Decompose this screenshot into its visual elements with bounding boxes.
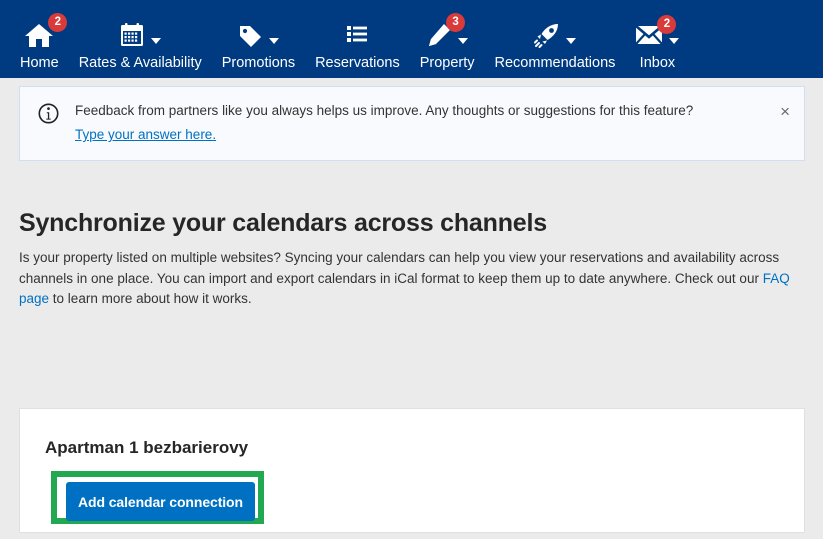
nav-icon-row-reservations [345, 17, 369, 53]
nav-label-recommendations: Recommendations [494, 55, 616, 71]
property-card-apartman-1: Apartman 1 bezbarierovy Add calendar con… [19, 408, 805, 533]
nav-label-promotions: Promotions [221, 55, 296, 71]
page-title: Synchronize your calendars across channe… [19, 209, 547, 237]
annotation-highlight-box: Add calendar connection [51, 471, 264, 524]
nav-label-property: Property [419, 55, 475, 71]
nav-item-rates-availability[interactable]: Rates & Availability [69, 17, 212, 72]
feedback-banner: Feedback from partners like you always h… [19, 86, 805, 161]
page-description-part2: to learn more about how it works. [49, 291, 252, 306]
nav-item-home[interactable]: 2 Home [10, 12, 69, 72]
home-icon: 2 [24, 12, 68, 49]
add-calendar-connection-button[interactable]: Add calendar connection [66, 482, 255, 521]
feedback-banner-body: Feedback from partners like you always h… [75, 101, 766, 144]
rocket-icon [533, 22, 560, 49]
chevron-down-icon-inbox[interactable] [669, 38, 680, 44]
pencil-icon: 3 [426, 13, 466, 48]
nav-icon-row-promotions [237, 17, 280, 53]
feedback-answer-link[interactable]: Type your answer here. [75, 125, 216, 144]
nav-item-reservations[interactable]: Reservations [305, 17, 410, 72]
nav-icon-row-home: 2 [24, 12, 68, 53]
chevron-down-icon-rates[interactable] [151, 38, 162, 44]
nav-label-inbox: Inbox [639, 55, 676, 71]
top-navigation-bar: 2 Home Rates & Availability Promotions R… [0, 0, 823, 78]
nav-badge-property: 3 [446, 13, 466, 32]
nav-icon-row-rates [119, 17, 162, 53]
calendar-icon [119, 22, 145, 48]
nav-label-home: Home [20, 55, 59, 71]
nav-icon-row-inbox: 2 [635, 15, 680, 53]
page-content: Feedback from partners like you always h… [0, 78, 823, 539]
nav-icon-row-recommendations [533, 17, 577, 53]
nav-label-reservations: Reservations [315, 55, 400, 71]
chevron-down-icon-recommendations[interactable] [566, 38, 577, 44]
list-icon [345, 23, 369, 47]
property-name: Apartman 1 bezbarierovy [45, 438, 249, 457]
nav-badge-home: 2 [48, 12, 68, 32]
feedback-banner-text: Feedback from partners like you always h… [75, 103, 694, 118]
chevron-down-icon-property[interactable] [458, 38, 469, 44]
nav-item-recommendations[interactable]: Recommendations [485, 17, 626, 72]
chevron-down-icon-promotions[interactable] [269, 38, 280, 44]
page-description: Is your property listed on multiple webs… [19, 248, 803, 310]
nav-label-rates-availability: Rates & Availability [78, 55, 202, 71]
info-circle-icon [38, 103, 59, 124]
nav-item-promotions[interactable]: Promotions [212, 17, 305, 72]
nav-icon-row-property: 3 [426, 13, 469, 53]
nav-item-property[interactable]: 3 Property [410, 13, 485, 72]
page-description-part1: Is your property listed on multiple webs… [19, 250, 780, 286]
nav-badge-inbox: 2 [657, 15, 677, 34]
tag-icon [237, 22, 263, 48]
envelope-icon: 2 [635, 15, 677, 46]
nav-item-inbox[interactable]: 2 Inbox [625, 15, 689, 72]
close-icon[interactable]: × [780, 103, 790, 120]
